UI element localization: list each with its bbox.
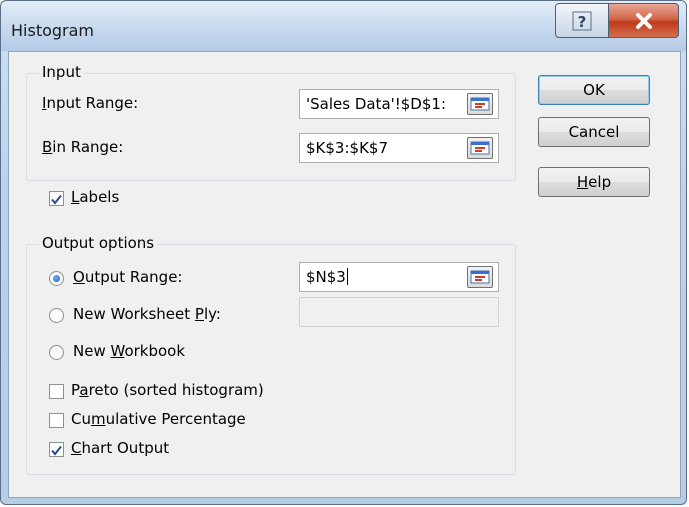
- new-workbook-radio[interactable]: [49, 345, 64, 360]
- close-icon: [635, 12, 652, 29]
- cumulative-percentage-checkbox[interactable]: [49, 413, 64, 428]
- title-close-button[interactable]: [608, 3, 679, 38]
- window-title: Histogram: [11, 21, 94, 40]
- collapse-dialog-icon: [470, 270, 490, 284]
- new-workbook-label[interactable]: New Workbook: [73, 342, 185, 360]
- new-worksheet-ply-label[interactable]: New Worksheet Ply:: [73, 305, 221, 323]
- new-worksheet-ply-field[interactable]: [299, 297, 499, 327]
- input-group-legend: Input: [39, 63, 84, 81]
- checkmark-icon: [51, 445, 62, 456]
- output-range-refedit-button[interactable]: [467, 266, 493, 288]
- collapse-dialog-icon: [470, 97, 490, 111]
- cumulative-percentage-label[interactable]: Cumulative Percentage: [71, 410, 246, 428]
- cancel-button[interactable]: Cancel: [538, 117, 650, 147]
- pareto-label[interactable]: Pareto (sorted histogram): [71, 381, 264, 399]
- pareto-checkbox[interactable]: [49, 384, 64, 399]
- bin-range-refedit-button[interactable]: [467, 137, 493, 159]
- labels-checkbox[interactable]: [49, 191, 64, 206]
- dialog-body: Input Input Range: 'Sales Data'!$D$1: Bi…: [8, 51, 681, 498]
- output-options-legend: Output options: [39, 234, 158, 252]
- checkmark-icon: [51, 194, 62, 205]
- title-help-button[interactable]: ?: [555, 3, 609, 38]
- collapse-dialog-icon: [470, 141, 490, 155]
- histogram-dialog: Histogram ? Input Input Range: 'Sales Da…: [0, 0, 687, 505]
- chart-output-checkbox[interactable]: [49, 442, 64, 457]
- title-bar[interactable]: Histogram ?: [1, 1, 686, 51]
- input-range-label: Input Range:: [42, 94, 139, 112]
- bin-range-label: Bin Range:: [42, 138, 124, 156]
- ok-button[interactable]: OK: [538, 75, 650, 105]
- input-range-refedit-button[interactable]: [467, 93, 493, 115]
- output-range-label[interactable]: Output Range:: [73, 268, 182, 286]
- question-mark-icon: ?: [572, 11, 592, 31]
- output-range-radio[interactable]: [49, 271, 64, 286]
- new-worksheet-ply-radio[interactable]: [49, 308, 64, 323]
- chart-output-label[interactable]: Chart Output: [71, 439, 169, 457]
- help-button[interactable]: Help: [538, 167, 650, 197]
- text-caret: [346, 268, 348, 285]
- svg-text:?: ?: [578, 13, 587, 31]
- labels-checkbox-label[interactable]: Labels: [71, 188, 119, 206]
